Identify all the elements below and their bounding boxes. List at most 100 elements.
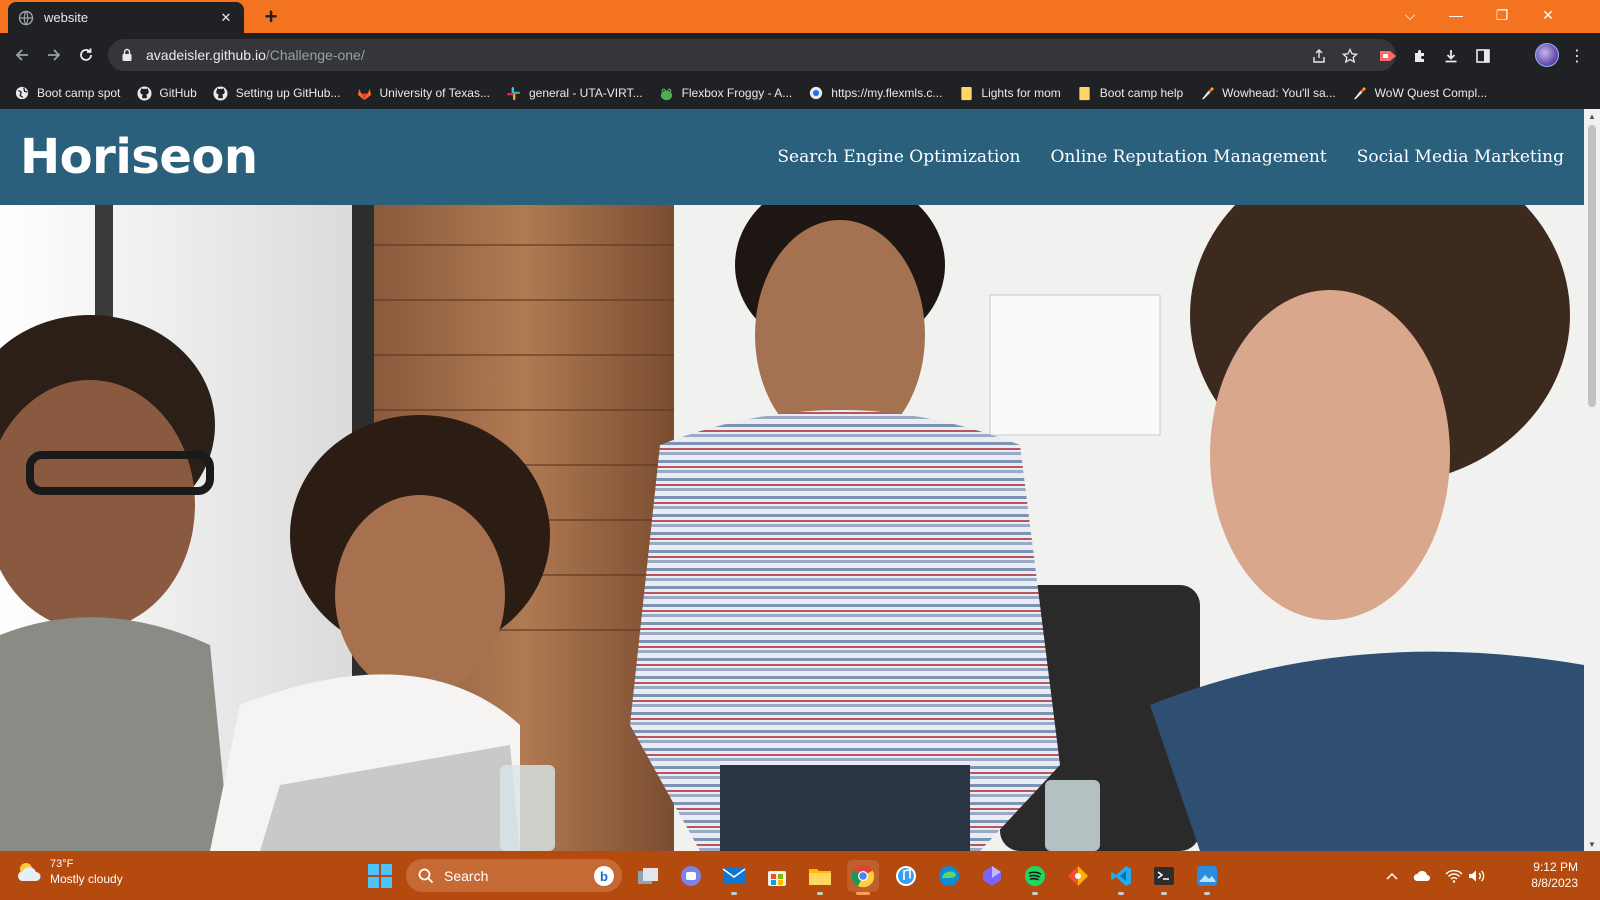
bookmark-star-icon[interactable] bbox=[1341, 47, 1359, 65]
wifi-icon[interactable] bbox=[1443, 865, 1465, 887]
spotify-icon[interactable] bbox=[1019, 860, 1051, 895]
tab-title: website bbox=[44, 10, 89, 25]
search-icon bbox=[418, 868, 434, 883]
bookmark-wowhead[interactable]: Wowhead: You'll sa... bbox=[1199, 85, 1336, 101]
scroll-down-arrow-icon[interactable]: ▼ bbox=[1584, 837, 1600, 851]
site-header: Horiseon Search Engine Optimization Onli… bbox=[0, 109, 1584, 205]
windows-start-icon[interactable] bbox=[368, 864, 392, 888]
microsoft-store-icon[interactable] bbox=[761, 860, 793, 892]
bookmark-label: Boot camp help bbox=[1099, 86, 1184, 100]
minimize-button[interactable]: — bbox=[1433, 0, 1479, 30]
reload-button[interactable] bbox=[72, 41, 100, 69]
browser-toolbar: avadeisler.github.io/Challenge-one/ ⋮ bbox=[0, 33, 1600, 77]
running-indicator bbox=[856, 892, 870, 895]
close-window-button[interactable]: ✕ bbox=[1525, 0, 1571, 30]
running-indicator bbox=[731, 892, 737, 895]
git-kraken-icon[interactable] bbox=[1062, 860, 1094, 892]
tab-strip: website ✕ + ⌵ — ❐ ✕ bbox=[0, 0, 1600, 33]
side-panel-icon[interactable] bbox=[1472, 45, 1494, 67]
globe-icon bbox=[18, 10, 34, 26]
flexmls-icon bbox=[808, 85, 824, 101]
page-scrollbar[interactable]: ▲ ▼ bbox=[1584, 109, 1600, 851]
share-icon[interactable] bbox=[1310, 47, 1328, 65]
clock-date: 8/8/2023 bbox=[1531, 876, 1578, 890]
running-indicator bbox=[1161, 892, 1167, 895]
site-nav: Search Engine Optimization Online Reputa… bbox=[747, 147, 1564, 167]
back-button[interactable] bbox=[8, 41, 36, 69]
frog-icon bbox=[659, 85, 675, 101]
github-icon bbox=[136, 85, 152, 101]
bookmark-boot-camp-spot[interactable]: Boot camp spot bbox=[14, 85, 120, 101]
address-bar[interactable]: avadeisler.github.io/Challenge-one/ bbox=[108, 39, 1396, 71]
globe-icon bbox=[14, 85, 30, 101]
bookmark-lights-for-mom[interactable]: Lights for mom bbox=[958, 85, 1061, 101]
bookmark-label: Setting up GitHub... bbox=[235, 86, 341, 100]
site-logo[interactable]: Horiseon bbox=[20, 129, 258, 185]
folder-icon bbox=[1077, 85, 1093, 101]
nav-link-social-media[interactable]: Social Media Marketing bbox=[1357, 147, 1564, 167]
weather-widget[interactable]: 73°F Mostly cloudy bbox=[14, 857, 123, 887]
bookmark-label: Boot camp spot bbox=[37, 86, 121, 100]
extensions-puzzle-icon[interactable] bbox=[1409, 45, 1431, 67]
bookmark-label: general - UTA-VIRT... bbox=[528, 86, 643, 100]
bookmark-boot-camp-help[interactable]: Boot camp help bbox=[1077, 85, 1183, 101]
restore-button[interactable]: ❐ bbox=[1479, 0, 1525, 30]
teams-chat-icon[interactable] bbox=[675, 860, 707, 892]
forward-button[interactable] bbox=[40, 41, 68, 69]
nav-link-seo[interactable]: Search Engine Optimization bbox=[777, 147, 1020, 167]
edge-icon[interactable] bbox=[933, 860, 965, 892]
bookmark-github[interactable]: GitHub bbox=[136, 85, 197, 101]
bookmark-label: https://my.flexmls.c... bbox=[831, 86, 943, 100]
weather-temperature: 73°F bbox=[50, 858, 74, 870]
scrollbar-thumb[interactable] bbox=[1588, 125, 1596, 407]
show-hidden-icons-chevron-icon[interactable] bbox=[1381, 865, 1403, 887]
browser-tab[interactable]: website ✕ bbox=[8, 2, 244, 33]
volume-icon[interactable] bbox=[1466, 865, 1488, 887]
wowhead-icon bbox=[1199, 85, 1215, 101]
task-view-icon[interactable] bbox=[632, 860, 664, 892]
lock-icon[interactable] bbox=[120, 48, 134, 62]
bookmark-label: WoW Quest Compl... bbox=[1374, 86, 1488, 100]
running-indicator bbox=[1032, 892, 1038, 895]
weather-condition: Mostly cloudy bbox=[50, 872, 123, 886]
running-indicator bbox=[1204, 892, 1210, 895]
photos-icon[interactable] bbox=[1191, 860, 1223, 895]
power-automate-icon[interactable] bbox=[976, 860, 1008, 892]
itunes-icon[interactable] bbox=[890, 860, 922, 892]
close-tab-icon[interactable]: ✕ bbox=[218, 10, 234, 26]
downloads-icon[interactable] bbox=[1440, 45, 1462, 67]
windows-taskbar: 73°F Mostly cloudy Search b 9:12 PM 8/8/… bbox=[0, 851, 1600, 900]
page-viewport: Horiseon Search Engine Optimization Onli… bbox=[0, 109, 1584, 851]
more-menu-icon[interactable]: ⋮ bbox=[1566, 45, 1588, 67]
bookmark-university-of-texas[interactable]: University of Texas... bbox=[356, 85, 490, 101]
bookmark-wow-quest[interactable]: WoW Quest Compl... bbox=[1352, 85, 1487, 101]
bookmark-flexmls[interactable]: https://my.flexmls.c... bbox=[808, 85, 942, 101]
system-clock[interactable]: 9:12 PM 8/8/2023 bbox=[1492, 859, 1578, 891]
onedrive-cloud-icon[interactable] bbox=[1411, 865, 1433, 887]
bookmark-slack-general[interactable]: general - UTA-VIRT... bbox=[506, 85, 643, 101]
chrome-icon[interactable] bbox=[847, 860, 879, 895]
bookmark-setting-up-github[interactable]: Setting up GitHub... bbox=[213, 85, 341, 101]
bookmark-label: Flexbox Froggy - A... bbox=[681, 86, 793, 100]
bing-icon[interactable]: b bbox=[594, 866, 614, 886]
terminal-icon[interactable] bbox=[1148, 860, 1180, 895]
hero-image bbox=[0, 205, 1584, 851]
bookmark-flexbox-froggy[interactable]: Flexbox Froggy - A... bbox=[659, 85, 793, 101]
vscode-icon[interactable] bbox=[1105, 860, 1137, 895]
running-indicator bbox=[817, 892, 823, 895]
bookmark-label: University of Texas... bbox=[379, 86, 490, 100]
tab-search-icon[interactable]: ⌵ bbox=[1387, 0, 1433, 30]
url-host: avadeisler.github.io bbox=[146, 47, 266, 63]
running-indicator bbox=[1118, 892, 1124, 895]
nav-link-reputation[interactable]: Online Reputation Management bbox=[1051, 147, 1327, 167]
extension-cast-icon[interactable] bbox=[1377, 45, 1399, 67]
mail-icon[interactable] bbox=[718, 860, 750, 895]
scroll-up-arrow-icon[interactable]: ▲ bbox=[1584, 109, 1600, 123]
url-text: avadeisler.github.io/Challenge-one/ bbox=[146, 47, 365, 63]
profile-avatar[interactable] bbox=[1535, 43, 1559, 67]
clock-time: 9:12 PM bbox=[1533, 860, 1578, 874]
taskbar-search[interactable]: Search b bbox=[406, 859, 622, 892]
url-path: /Challenge-one/ bbox=[265, 47, 365, 63]
new-tab-button[interactable]: + bbox=[258, 4, 284, 30]
file-explorer-icon[interactable] bbox=[804, 860, 836, 895]
